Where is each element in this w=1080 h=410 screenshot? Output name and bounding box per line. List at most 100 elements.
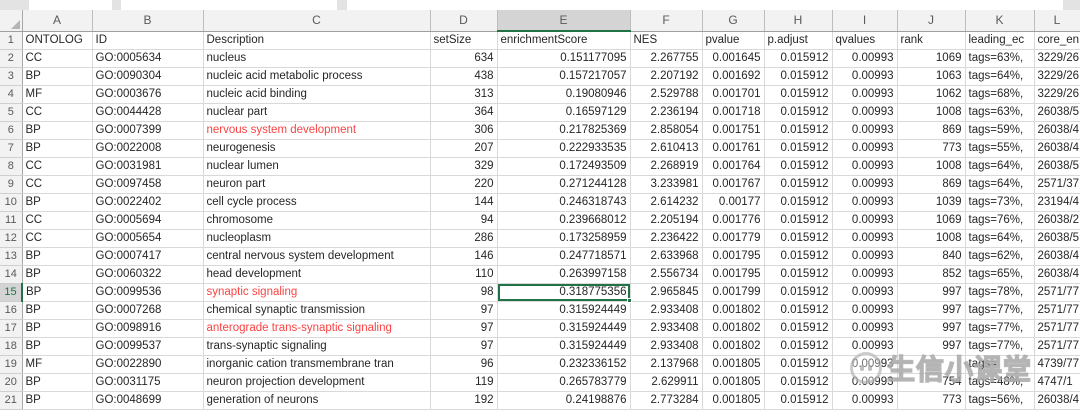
col-header-L[interactable]: L [1034,10,1080,32]
cell-H11[interactable]: 0.015912 [764,211,833,230]
cell-D11[interactable]: 94 [430,211,498,230]
cell-J12[interactable]: 1008 [897,229,966,248]
cell-E3[interactable]: 0.157217057 [497,67,631,86]
cell-A5[interactable]: CC [22,103,93,122]
cell-F15[interactable]: 2.965845 [630,283,703,302]
cell-D12[interactable]: 286 [430,229,498,248]
cell-L10[interactable]: 23194/4 [1034,193,1080,212]
cell-J17[interactable]: 997 [897,319,966,338]
cell-H8[interactable]: 0.015912 [764,157,833,176]
cell-B8[interactable]: GO:0031981 [92,157,204,176]
cell-F7[interactable]: 2.610413 [630,139,703,158]
cell-L7[interactable]: 26038/4 [1034,139,1080,158]
cell-L19[interactable]: 4739/77 [1034,355,1080,374]
cell-D15[interactable]: 98 [430,283,498,302]
cell-K3[interactable]: tags=64%, [965,67,1035,86]
cell-I2[interactable]: 0.00993 [832,49,898,68]
cell-I9[interactable]: 0.00993 [832,175,898,194]
cell-A9[interactable]: CC [22,175,93,194]
col-header-F[interactable]: F [630,10,703,32]
cell-J11[interactable]: 1069 [897,211,966,230]
cell-F4[interactable]: 2.529788 [630,85,703,104]
col-header-H[interactable]: H [764,10,833,32]
cell-B15[interactable]: GO:0099536 [92,283,204,302]
row-header-1[interactable]: 1 [0,31,23,50]
cell-A10[interactable]: BP [22,193,93,212]
cell-D6[interactable]: 306 [430,121,498,140]
cell-I10[interactable]: 0.00993 [832,193,898,212]
cell-B19[interactable]: GO:0022890 [92,355,204,374]
cell-E18[interactable]: 0.315924449 [497,337,631,356]
cell-K4[interactable]: tags=68%, [965,85,1035,104]
cell-H18[interactable]: 0.015912 [764,337,833,356]
cell-L2[interactable]: 3229/26 [1034,49,1080,68]
col-header-B[interactable]: B [92,10,204,32]
cell-E10[interactable]: 0.246318743 [497,193,631,212]
cell-K16[interactable]: tags=77%, [965,301,1035,320]
cell-A17[interactable]: BP [22,319,93,338]
cell-G16[interactable]: 0.001802 [702,301,765,320]
cell-F20[interactable]: 2.629911 [630,373,703,392]
cell-A3[interactable]: BP [22,67,93,86]
cell-H13[interactable]: 0.015912 [764,247,833,266]
cell-K7[interactable]: tags=55%, [965,139,1035,158]
cell-D21[interactable]: 192 [430,391,498,410]
cell-J18[interactable]: 997 [897,337,966,356]
cell-F5[interactable]: 2.236194 [630,103,703,122]
cell-F3[interactable]: 2.207192 [630,67,703,86]
cell-F17[interactable]: 2.933408 [630,319,703,338]
cell-D20[interactable]: 119 [430,373,498,392]
cell-G2[interactable]: 0.001645 [702,49,765,68]
cell-L4[interactable]: 3229/26 [1034,85,1080,104]
cell-H17[interactable]: 0.015912 [764,319,833,338]
cell-I15[interactable]: 0.00993 [832,283,898,302]
cell-C19[interactable]: inorganic cation transmembrane tran [203,355,431,374]
cell-L6[interactable]: 26038/4 [1034,121,1080,140]
row-header-20[interactable]: 20 [0,373,23,392]
cell-C17[interactable]: anterograde trans-synaptic signaling [203,319,431,338]
row-header-21[interactable]: 21 [0,391,23,410]
cell-L8[interactable]: 26038/5 [1034,157,1080,176]
cell-B16[interactable]: GO:0007268 [92,301,204,320]
cell-F11[interactable]: 2.205194 [630,211,703,230]
cell-G14[interactable]: 0.001795 [702,265,765,284]
cell-K15[interactable]: tags=78%, [965,283,1035,302]
cell-B1[interactable]: ID [92,31,204,50]
cell-F9[interactable]: 3.233981 [630,175,703,194]
cell-E16[interactable]: 0.315924449 [497,301,631,320]
cell-D16[interactable]: 97 [430,301,498,320]
col-header-J[interactable]: J [897,10,966,32]
cell-J3[interactable]: 1063 [897,67,966,86]
cell-G21[interactable]: 0.001805 [702,391,765,410]
col-header-A[interactable]: A [22,10,93,32]
cell-J13[interactable]: 840 [897,247,966,266]
cell-K21[interactable]: tags=56%, [965,391,1035,410]
cell-H7[interactable]: 0.015912 [764,139,833,158]
cell-F2[interactable]: 2.267755 [630,49,703,68]
row-header-6[interactable]: 6 [0,121,23,140]
cell-C14[interactable]: head development [203,265,431,284]
cell-H1[interactable]: p.adjust [764,31,833,50]
cell-K9[interactable]: tags=64%, [965,175,1035,194]
cell-E5[interactable]: 0.16597129 [497,103,631,122]
cell-H15[interactable]: 0.015912 [764,283,833,302]
row-header-17[interactable]: 17 [0,319,23,338]
cell-C11[interactable]: chromosome [203,211,431,230]
cell-H4[interactable]: 0.015912 [764,85,833,104]
cell-B9[interactable]: GO:0097458 [92,175,204,194]
select-all-corner[interactable] [0,10,23,32]
cell-D14[interactable]: 110 [430,265,498,284]
cell-F21[interactable]: 2.773284 [630,391,703,410]
cell-H9[interactable]: 0.015912 [764,175,833,194]
cell-L11[interactable]: 26038/2 [1034,211,1080,230]
cell-E1[interactable]: enrichmentScore [497,31,631,50]
cell-J15[interactable]: 997 [897,283,966,302]
cell-G9[interactable]: 0.001767 [702,175,765,194]
cell-I11[interactable]: 0.00993 [832,211,898,230]
cell-L21[interactable]: 26038/4 [1034,391,1080,410]
cell-A6[interactable]: BP [22,121,93,140]
cell-E6[interactable]: 0.217825369 [497,121,631,140]
cell-I3[interactable]: 0.00993 [832,67,898,86]
row-header-18[interactable]: 18 [0,337,23,356]
cell-I16[interactable]: 0.00993 [832,301,898,320]
